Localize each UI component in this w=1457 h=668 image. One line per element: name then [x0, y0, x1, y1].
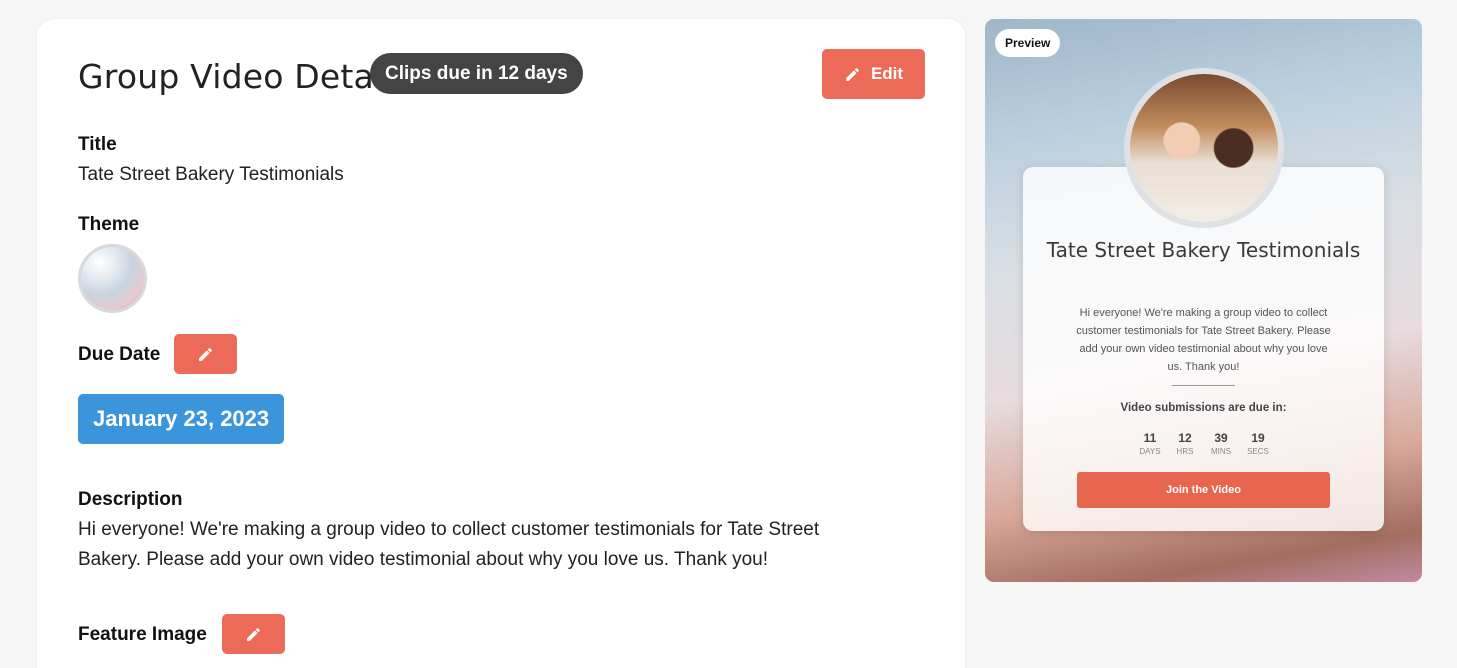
preview-title: Tate Street Bakery Testimonials [1046, 238, 1361, 262]
countdown-hours: 12 HRS [1167, 431, 1203, 458]
countdown-minutes: 39 MINS [1203, 431, 1239, 458]
description-label: Description [78, 489, 183, 510]
pencil-icon [197, 346, 214, 363]
preview-divider [1172, 385, 1235, 386]
clips-due-badge: Clips due in 12 days [370, 53, 583, 94]
countdown-value: 12 [1178, 431, 1192, 445]
join-video-button[interactable]: Join the Video [1077, 472, 1330, 508]
preview-description: Hi everyone! We're making a group video … [1076, 307, 1331, 373]
edit-button-label: Edit [870, 64, 904, 83]
countdown-seconds: 19 SECS [1240, 431, 1276, 458]
due-date-label: Due Date [78, 344, 161, 365]
page-title: Group Video Details [78, 57, 411, 96]
title-label: Title [78, 134, 117, 155]
countdown-unit: MINS [1211, 447, 1231, 456]
countdown-value: 39 [1214, 431, 1228, 445]
title-value: Tate Street Bakery Testimonials [78, 164, 344, 185]
due-date-value: January 23, 2023 [78, 394, 285, 444]
preview-tag: Preview [995, 29, 1061, 57]
countdown-unit: HRS [1176, 447, 1194, 456]
theme-swatch[interactable] [78, 244, 147, 313]
edit-feature-image-button[interactable] [222, 614, 285, 654]
preview-due-text: Video submissions are due in: [1120, 402, 1287, 414]
countdown-value: 19 [1251, 431, 1265, 445]
edit-due-date-button[interactable] [174, 334, 237, 374]
feature-image-label: Feature Image [78, 624, 207, 645]
edit-button[interactable]: Edit [822, 49, 925, 99]
feature-photo [1124, 68, 1284, 228]
countdown-value: 11 [1143, 431, 1157, 445]
pencil-icon [245, 626, 262, 643]
preview-panel: Preview Tate Street Bakery Testimonials … [985, 19, 1422, 582]
countdown-unit: SECS [1247, 447, 1269, 456]
group-video-details-card: Group Video Details Clips due in 12 days… [37, 19, 965, 668]
pencil-icon [844, 66, 861, 83]
description-value: Hi everyone! We're making a group video … [78, 519, 820, 570]
theme-label: Theme [78, 214, 140, 235]
countdown-unit: DAYS [1139, 447, 1161, 456]
countdown-days: 11 DAYS [1132, 431, 1168, 458]
